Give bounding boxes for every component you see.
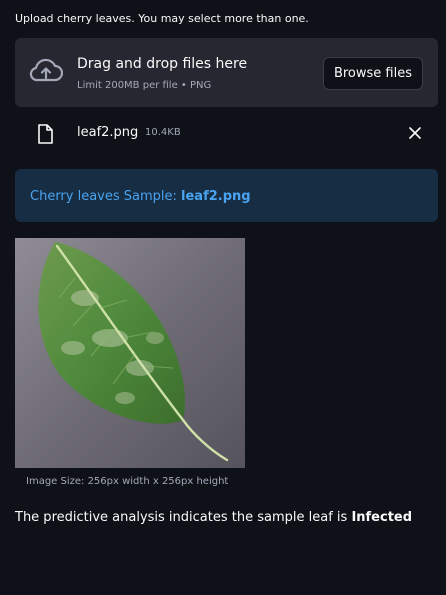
uploaded-file-size: 10.4KB	[145, 127, 181, 138]
browse-files-button[interactable]: Browse files	[322, 57, 423, 90]
file-icon	[37, 124, 53, 148]
uploader-label: Upload cherry leaves. You may select mor…	[15, 12, 309, 25]
file-dropzone[interactable]: Drag and drop files here Limit 200MB per…	[15, 38, 438, 107]
prediction-prefix: The predictive analysis indicates the sa…	[15, 510, 352, 525]
info-message: Cherry leaves Sample: leaf2.png	[30, 189, 251, 204]
info-alert: Cherry leaves Sample: leaf2.png	[15, 169, 438, 222]
leaf-sample-image	[15, 238, 245, 468]
remove-file-close-icon[interactable]	[408, 125, 422, 144]
uploaded-file-name: leaf2.png	[77, 125, 139, 140]
prediction-text: The predictive analysis indicates the sa…	[15, 510, 412, 525]
prediction-result: Infected	[351, 510, 413, 525]
app-page: Upload cherry leaves. You may select mor…	[0, 0, 446, 595]
uploaded-file-row: leaf2.png 10.4KB	[15, 118, 438, 150]
cloud-upload-icon	[29, 58, 64, 88]
info-prefix: Cherry leaves Sample:	[30, 189, 182, 204]
image-caption: Image Size: 256px width x 256px height	[26, 476, 229, 487]
info-filename: leaf2.png	[181, 189, 251, 204]
dropzone-title: Drag and drop files here	[77, 56, 248, 72]
dropzone-limit-text: Limit 200MB per file • PNG	[77, 80, 212, 91]
